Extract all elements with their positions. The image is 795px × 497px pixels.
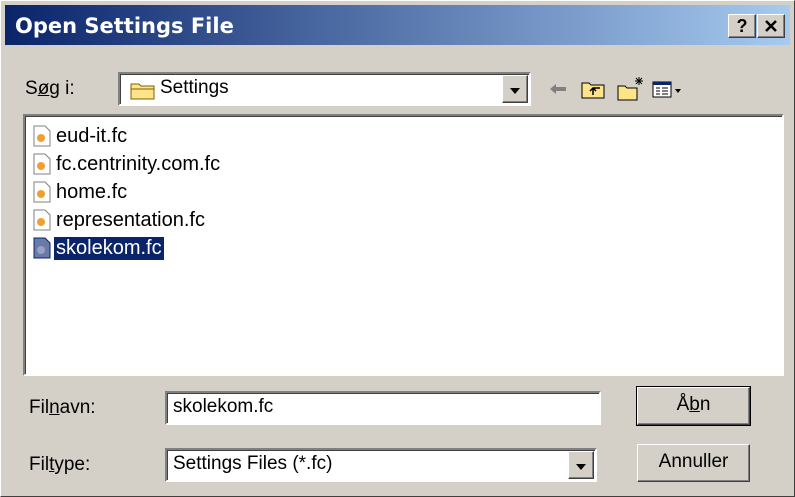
settings-file-icon — [33, 237, 51, 259]
settings-file-icon — [33, 153, 51, 175]
close-button[interactable] — [757, 14, 785, 38]
filename-value: skolekom.fc — [173, 396, 274, 417]
lookin-label: øSøg i: — [25, 78, 75, 99]
filetype-dropdown-button[interactable] — [568, 451, 594, 479]
new-folder-icon[interactable] — [615, 75, 645, 103]
file-name: skolekom.fc — [53, 235, 165, 261]
filetype-select[interactable]: Settings Files (*.fc) — [165, 448, 597, 482]
dialog-title: Open Settings File — [15, 14, 234, 38]
up-folder-icon[interactable] — [578, 75, 608, 103]
folder-icon — [130, 83, 155, 100]
file-item-representation[interactable]: representation.fc — [33, 206, 207, 234]
settings-file-icon — [33, 181, 51, 203]
title-bar[interactable]: Open Settings File ? — [5, 5, 790, 45]
file-name: representation.fc — [56, 208, 205, 231]
open-settings-dialog: Open Settings File ? øSøg i: Settings — [0, 0, 795, 497]
filename-label: Filnavn: — [29, 397, 96, 418]
filename-input[interactable]: skolekom.fc — [165, 391, 601, 425]
lookin-combo[interactable]: Settings — [118, 72, 531, 106]
help-button[interactable]: ? — [728, 14, 756, 38]
file-name: eud-it.fc — [56, 124, 128, 147]
file-item-home[interactable]: home.fc — [33, 178, 129, 206]
settings-file-icon — [33, 209, 51, 231]
file-item-skolekom[interactable]: skolekom.fc — [33, 234, 165, 262]
filetype-label: Filtype: — [29, 454, 91, 475]
open-button[interactable]: Åbn — [636, 386, 751, 426]
back-arrow-icon[interactable] — [542, 75, 572, 103]
view-menu-icon[interactable] — [650, 75, 690, 103]
file-name: fc.centrinity.com.fc — [56, 152, 221, 175]
close-icon — [765, 20, 777, 32]
file-item-fc-centrinity[interactable]: fc.centrinity.com.fc — [33, 150, 222, 178]
cancel-button[interactable]: Annuller — [637, 444, 750, 482]
filetype-value: Settings Files (*.fc) — [173, 453, 333, 474]
file-item-eud-it[interactable]: eud-it.fc — [33, 122, 129, 150]
lookin-dropdown-button[interactable] — [502, 75, 528, 103]
settings-file-icon — [33, 125, 51, 147]
file-list[interactable]: eud-it.fc fc.centrinity.com.fc home.fc r… — [23, 114, 784, 376]
lookin-value: Settings — [160, 77, 229, 98]
file-name: home.fc — [56, 180, 128, 203]
